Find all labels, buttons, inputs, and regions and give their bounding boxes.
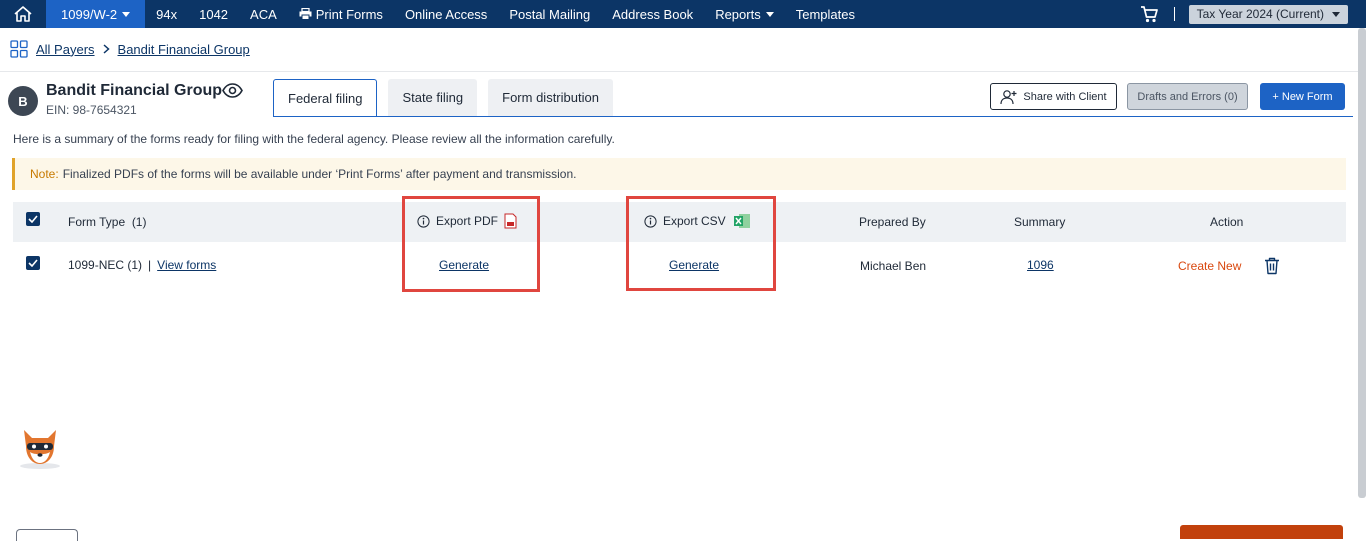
drafts-and-errors-button[interactable]: Drafts and Errors (0): [1127, 83, 1248, 110]
select-all-checkbox[interactable]: [26, 212, 40, 226]
share-with-client-button[interactable]: Share with Client: [990, 83, 1117, 110]
nav-print-forms[interactable]: Print Forms: [288, 0, 394, 28]
row-prepared-by: Michael Ben: [860, 259, 927, 273]
nav-1042[interactable]: 1042: [188, 0, 239, 28]
export-pdf-highlight: [402, 196, 540, 292]
eye-icon[interactable]: [222, 83, 243, 103]
nav-94x[interactable]: 94x: [145, 0, 188, 28]
nav-print-forms-label: Print Forms: [315, 6, 383, 22]
nav-right: Tax Year 2024 (Current): [1138, 0, 1366, 28]
share-user-icon: [1000, 89, 1017, 104]
summary-1096-link[interactable]: 1096: [1027, 258, 1054, 272]
row-checkbox[interactable]: [26, 256, 40, 270]
nav-1042-label: 1042: [199, 6, 229, 22]
nav-reports-label: Reports: [715, 6, 761, 22]
header-action: Action: [1210, 215, 1244, 229]
tab-underline: [273, 116, 1353, 117]
nav-address-book[interactable]: Address Book: [601, 0, 704, 28]
nav-postal-mailing-label: Postal Mailing: [509, 6, 591, 22]
row-form-type: 1099-NEC (1) | View forms: [68, 258, 216, 272]
chevron-right-icon: [103, 42, 110, 57]
checkmark-icon: [28, 259, 38, 267]
avatar-initial: B: [18, 93, 28, 109]
grid-icon[interactable]: [10, 40, 28, 58]
checkmark-icon: [28, 215, 38, 223]
row-divider: |: [148, 258, 152, 272]
nav-divider: [1173, 7, 1175, 21]
nav-templates[interactable]: Templates: [785, 0, 866, 28]
mascot-icon[interactable]: [16, 424, 64, 470]
tax-year-select[interactable]: Tax Year 2024 (Current): [1188, 4, 1348, 24]
create-new-link[interactable]: Create New: [1178, 259, 1241, 273]
nav-postal-mailing[interactable]: Postal Mailing: [498, 0, 601, 28]
nav-1099-w2-label: 1099/W-2: [61, 6, 118, 22]
summary-text: Here is a summary of the forms ready for…: [13, 132, 615, 146]
header-summary: Summary: [1014, 215, 1066, 229]
note-label: Note:: [30, 167, 59, 181]
payer-name: Bandit Financial Group: [46, 82, 223, 99]
new-form-button[interactable]: + New Form: [1260, 83, 1345, 110]
printer-icon: [299, 8, 312, 20]
row-form-name: 1099-NEC: [68, 258, 125, 272]
header-form-type: Form Type (1): [68, 215, 146, 229]
home-icon[interactable]: [0, 0, 46, 28]
note-banner: Note: Finalized PDFs of the forms will b…: [12, 158, 1346, 190]
row-form-count: (1): [127, 258, 143, 272]
note-text: Finalized PDFs of the forms will be avai…: [62, 167, 577, 181]
new-form-label: + New Form: [1272, 90, 1333, 103]
nav-94x-label: 94x: [156, 6, 178, 22]
nav-online-access-label: Online Access: [404, 6, 488, 22]
tab-state-filing[interactable]: State filing: [388, 79, 478, 116]
nav-aca[interactable]: ACA: [239, 0, 288, 28]
cart-icon[interactable]: [1138, 3, 1160, 25]
nav-aca-label: ACA: [250, 6, 277, 22]
tab-form-distribution-label: Form distribution: [502, 90, 599, 105]
breadcrumb-current-payer[interactable]: Bandit Financial Group: [118, 42, 250, 57]
trash-icon[interactable]: [1264, 257, 1280, 275]
nav-address-book-label: Address Book: [612, 6, 694, 22]
page-scrollbar[interactable]: [1358, 28, 1366, 498]
nav-online-access[interactable]: Online Access: [394, 0, 498, 28]
back-button[interactable]: [16, 529, 78, 541]
tab-federal-filing[interactable]: Federal filing: [273, 79, 378, 117]
breadcrumb: All Payers Bandit Financial Group: [10, 40, 250, 58]
tax-year-label: Tax Year 2024 (Current): [1196, 7, 1324, 21]
header-form-count: (1): [131, 215, 147, 229]
breadcrumb-all-payers[interactable]: All Payers: [36, 42, 95, 57]
export-csv-highlight: [626, 196, 776, 291]
payer-ein: EIN: 98-7654321: [46, 103, 137, 117]
header-form-type-label: Form Type: [68, 215, 126, 229]
avatar: B: [8, 86, 38, 116]
tab-form-distribution[interactable]: Form distribution: [488, 79, 613, 116]
share-with-client-label: Share with Client: [1023, 90, 1107, 103]
header-divider: [0, 71, 1358, 72]
view-forms-link[interactable]: View forms: [157, 258, 216, 272]
header-prepared-by: Prepared By: [859, 215, 926, 229]
tab-state-filing-label: State filing: [402, 90, 464, 105]
filing-tabs: Federal filing State filing Form distrib…: [273, 79, 624, 117]
chevron-down-icon: [1332, 11, 1340, 17]
nav-reports[interactable]: Reports: [704, 0, 785, 28]
nav-1099-w2[interactable]: 1099/W-2: [46, 0, 146, 28]
chevron-down-icon: [122, 11, 131, 17]
nav-templates-label: Templates: [795, 6, 855, 22]
drafts-and-errors-label: Drafts and Errors (0): [1137, 90, 1238, 103]
tab-federal-filing-label: Federal filing: [288, 91, 363, 106]
top-nav: 1099/W-2 94x 1042 ACA Print Forms Online…: [0, 0, 1366, 28]
chevron-down-icon: [765, 11, 774, 17]
